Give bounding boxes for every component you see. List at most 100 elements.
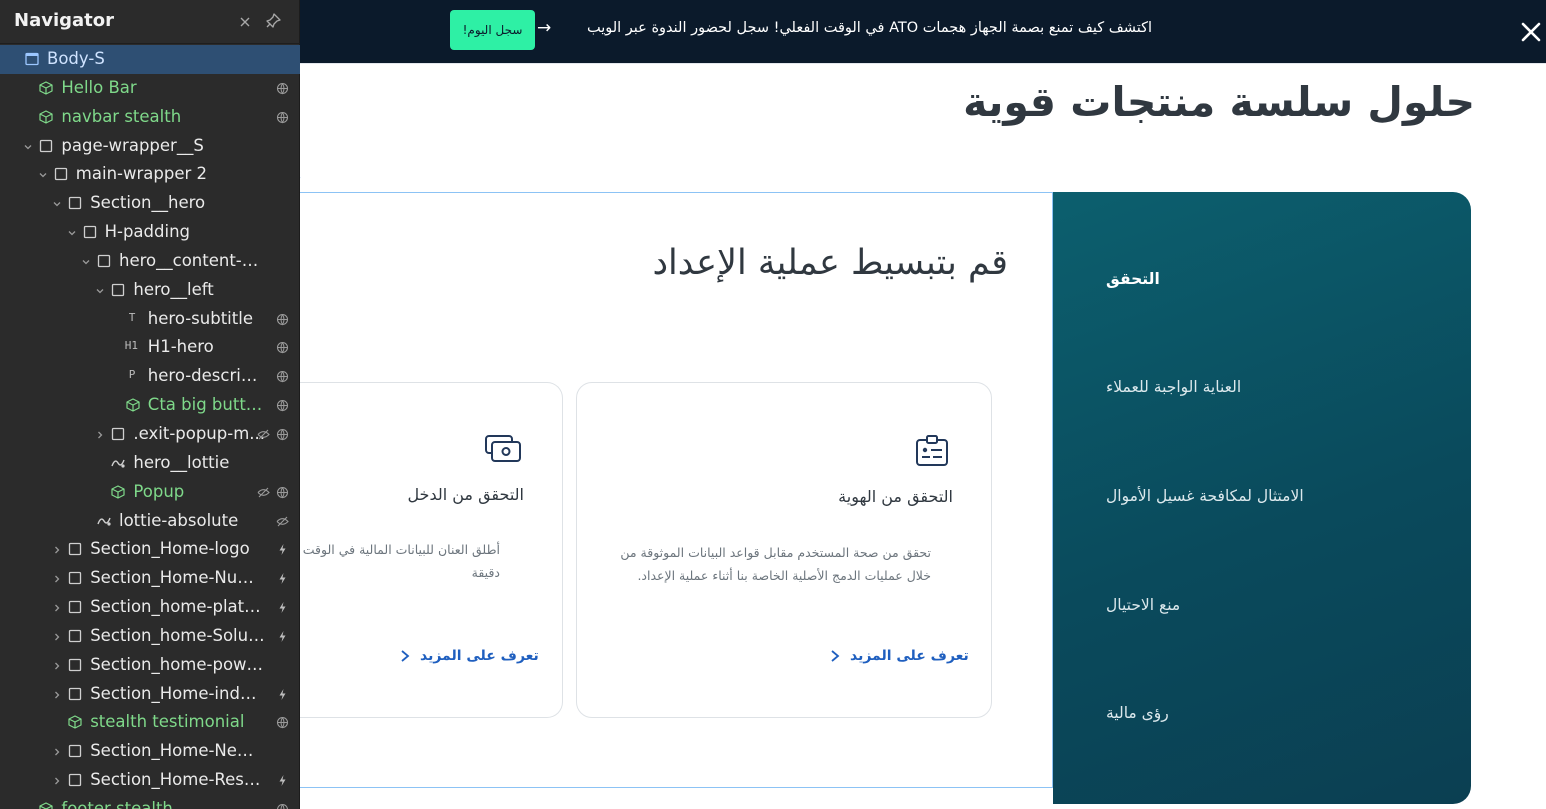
nav-item[interactable]: Popup [0,478,300,507]
text-element-icon: P [128,368,136,382]
tab-aml-compliance[interactable]: الامتثال لمكافحة غسيل الأموال [1106,487,1304,505]
chevron-down-icon[interactable] [81,257,91,267]
div-block-icon [69,197,82,210]
chevron-right-icon [401,650,410,662]
nav-item[interactable]: Body-S [0,45,300,74]
card-title: التحقق من الهوية [838,487,953,506]
nav-item[interactable]: H-padding [0,218,300,247]
nav-item[interactable]: Section_home-platform [0,593,300,622]
div-block-icon [69,629,82,643]
nav-item[interactable]: hero__lottie [0,449,300,478]
chevron-down-icon[interactable] [52,199,62,209]
div-block-icon [69,687,82,700]
nav-item[interactable]: hero__left [0,276,300,305]
chevron-right-icon[interactable] [52,661,62,671]
nav-item-label: Section_Home-indust... [90,683,266,703]
interaction-bolt-icon [279,630,286,642]
div-block-icon [83,225,96,239]
chevron-right-icon[interactable] [52,776,62,786]
nav-item[interactable]: Cta big button ... [0,391,300,420]
globe-icon [276,803,289,809]
interaction-bolt-icon [279,573,286,585]
tab-customer-due-diligence[interactable]: العناية الواجبة للعملاء [1106,378,1241,396]
nav-item-label: page-wrapper__S [61,135,204,155]
div-block-icon [97,254,111,268]
lottie-icon [97,517,111,526]
nav-item[interactable]: footer stealth [0,795,300,809]
navigator-title: Navigator [14,10,114,31]
nav-item[interactable]: stealth testimonial [0,708,300,737]
tab-verification[interactable]: التحقق [1106,270,1160,288]
div-block-icon [69,600,82,614]
nav-item-label: Section_Home-logo [90,539,250,559]
nav-item-label: Section_Home-Numb... [90,568,266,588]
component-icon [111,485,125,499]
nav-item[interactable]: navbar stealth [0,103,300,132]
nav-item[interactable]: Section_Home-News-ba... [0,737,300,766]
component-icon [39,110,53,124]
globe-icon [276,400,289,412]
eye-off-icon [276,516,289,526]
nav-item[interactable]: Section__hero [0,189,300,218]
component-icon [39,802,53,809]
nav-item[interactable]: page-wrapper__S [0,132,300,161]
div-block-icon [112,427,125,441]
nav-item[interactable]: .exit-popup-m... [0,420,300,449]
nav-item[interactable]: Section_home-power 3 [0,651,300,680]
chevron-down-icon[interactable] [23,142,33,152]
globe-icon [276,342,289,354]
nav-item-label: stealth testimonial [90,712,245,732]
nav-item[interactable]: Section_home-Solutio... [0,622,300,651]
chevron-down-icon[interactable] [38,170,48,180]
nav-item-label: navbar stealth [61,106,182,126]
div-block-icon [69,745,82,758]
navigator-header: Navigator [0,0,300,44]
globe-icon [276,371,289,383]
nav-item[interactable]: Section_Home-logo [0,535,300,564]
pin-icon[interactable] [264,12,282,30]
close-icon[interactable] [236,13,254,31]
arrow-right-icon: → [537,18,552,38]
nav-item[interactable]: Thero-subtitle [0,305,300,334]
nav-item[interactable]: H1 H1-hero [0,333,300,362]
nav-item[interactable]: main-wrapper 2 [0,160,300,189]
nav-item-label: lottie-absolute [119,510,239,530]
nav-item[interactable]: hero__content-wrap... [0,247,300,276]
chevron-right-icon[interactable] [52,632,62,642]
globe-icon [276,486,289,499]
chevron-right-icon[interactable] [52,574,62,584]
register-cta-button[interactable]: سجل اليوم! [450,10,535,50]
chevron-down-icon[interactable] [67,228,77,238]
chevron-down-icon[interactable] [95,286,105,296]
chevron-right-icon[interactable] [52,603,62,613]
chevron-right-icon[interactable] [52,545,62,555]
learn-more-label: تعرف على المزيد [420,648,539,664]
nav-item[interactable]: Section_Home-Resou... [0,766,300,795]
card-description: تحقق من صحة المستخدم مقابل قواعد البيانا… [620,545,931,583]
globe-icon [276,313,289,326]
close-icon[interactable] [1518,16,1544,46]
text-element-icon: T [128,310,136,324]
nav-item-label: Section_home-Solutio... [90,625,266,645]
nav-item-label: Hello Bar [61,77,137,97]
nav-item[interactable]: Section_Home-indust... [0,680,300,709]
nav-item[interactable]: Hello Bar [0,74,300,103]
learn-more-link[interactable]: تعرف على المزيد [400,648,539,664]
nav-item[interactable]: lottie-absolute [0,507,300,536]
learn-more-link[interactable]: تعرف على المزيد [830,648,969,664]
div-block-icon [69,658,82,671]
nav-item[interactable]: Phero-description [0,362,300,391]
eye-off-icon [257,429,270,440]
body-icon [25,52,39,66]
card-title: التحقق من الدخل [407,485,524,504]
card-identity-verification[interactable]: التحقق من الهوية تحقق من صحة المستخدم مق… [576,382,992,718]
tab-fraud-prevention[interactable]: منع الاحتيال [1106,596,1180,614]
chevron-right-icon[interactable] [95,430,105,440]
nav-item-label: Popup [133,481,185,501]
nav-item[interactable]: Section_Home-Numb... [0,564,300,593]
chevron-right-icon[interactable] [52,747,62,757]
nav-item-label: main-wrapper 2 [75,164,207,184]
tab-financial-insights[interactable]: رؤى مالية [1106,704,1169,722]
globe-icon [276,428,289,441]
chevron-right-icon[interactable] [52,690,62,700]
